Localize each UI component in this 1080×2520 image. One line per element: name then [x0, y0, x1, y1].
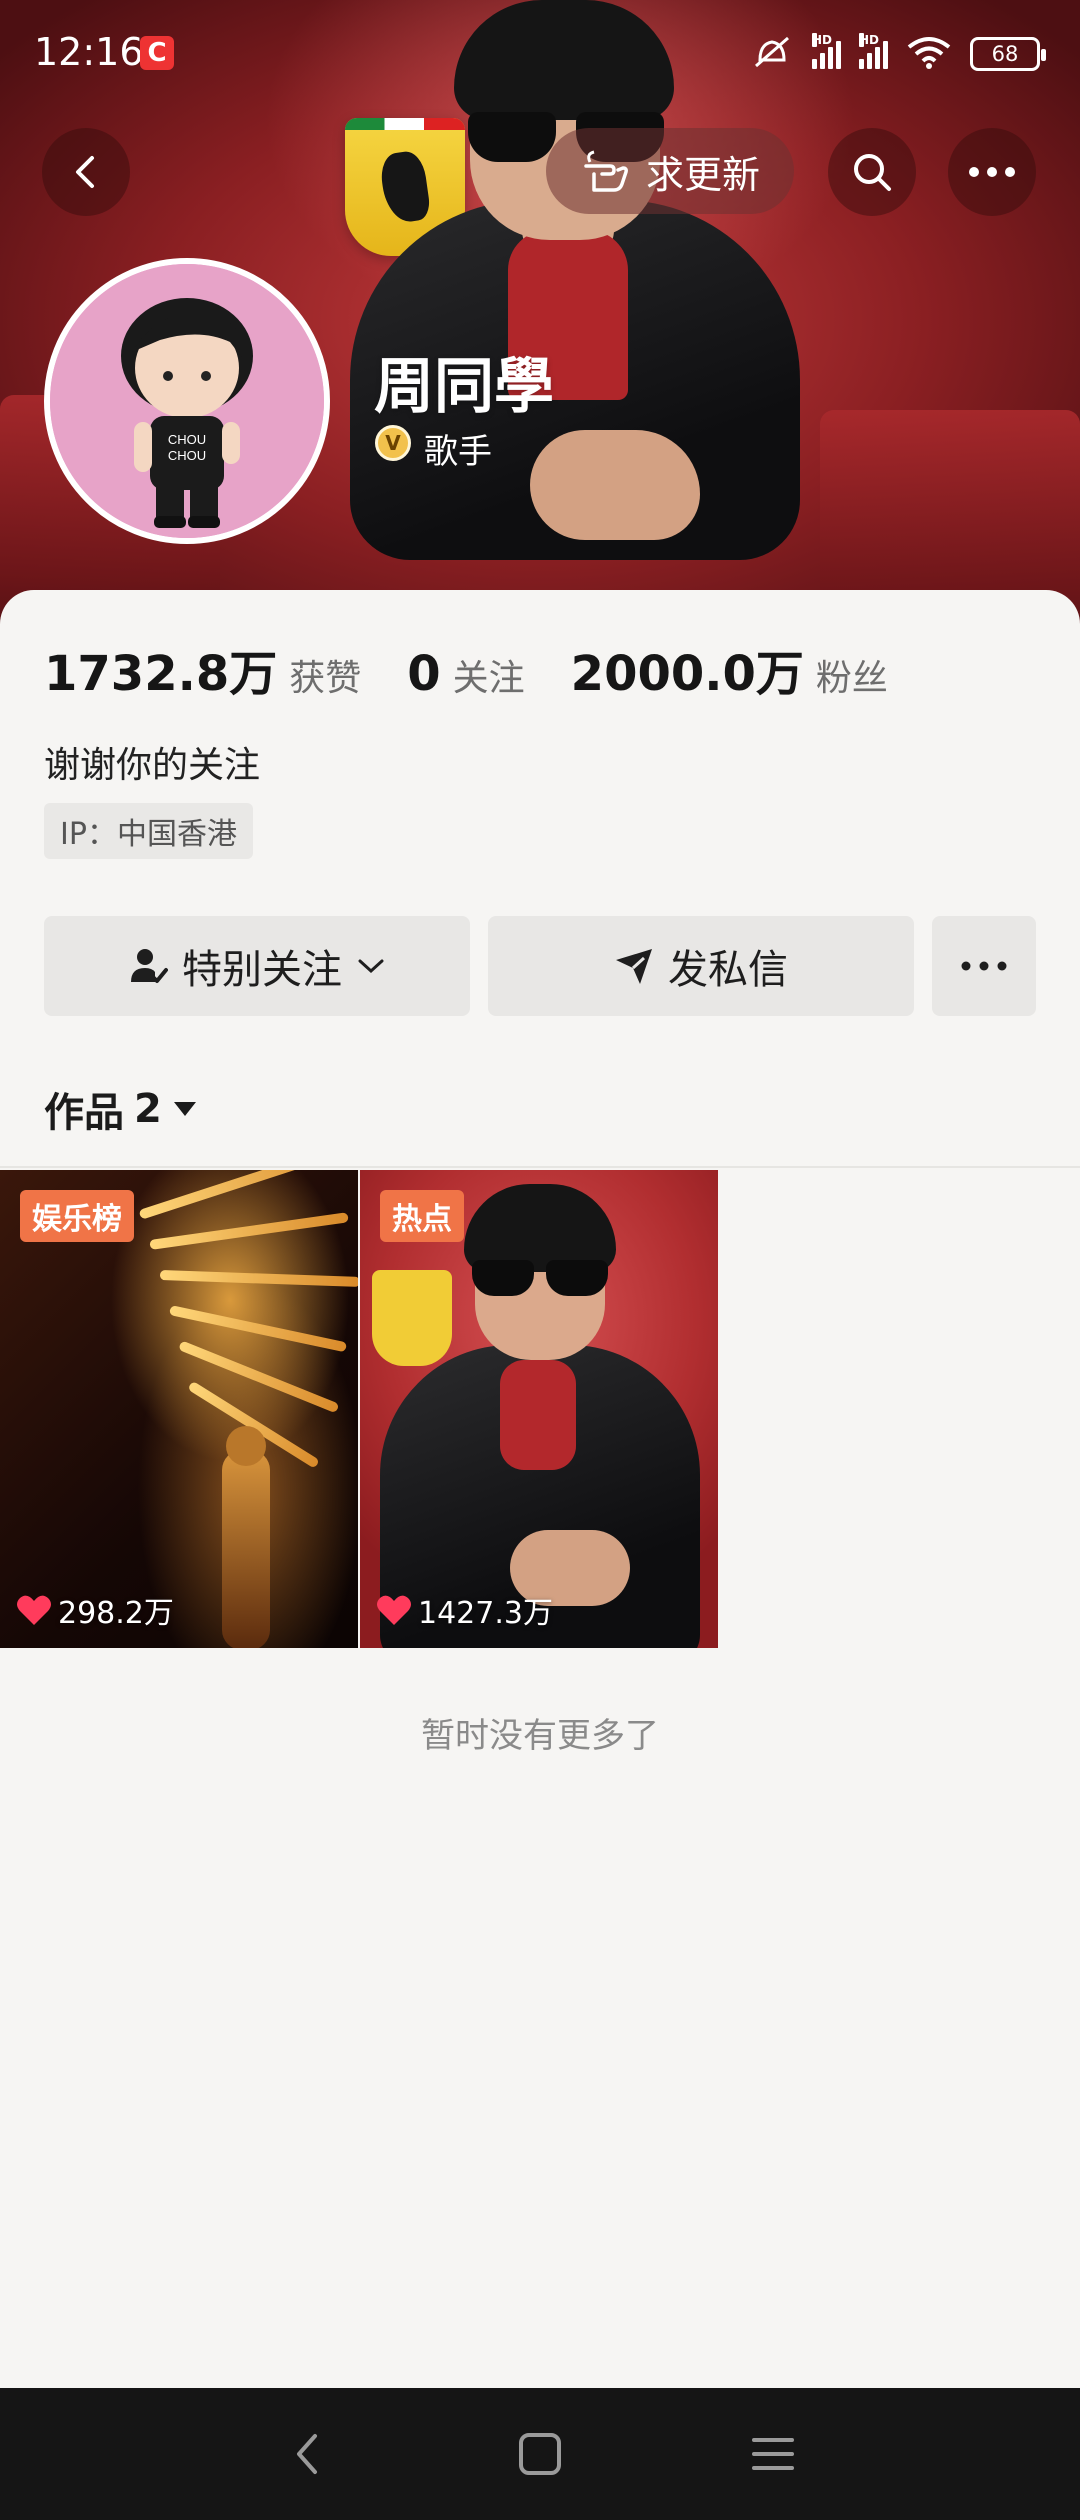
video-card[interactable]: 热点 1427.3万	[360, 1170, 718, 1648]
nav-back-icon	[296, 2434, 317, 2474]
works-tab-label: 作品	[44, 1090, 124, 1136]
nav-home-button[interactable]	[495, 2409, 585, 2499]
profile-content: 1732.8万 获赞 0 关注 2000.0万 粉丝 谢谢你的关注 IP：中国香…	[0, 590, 1080, 2390]
status-icons: HD HD 68	[750, 33, 1046, 74]
profile-name: 周同學	[374, 352, 554, 422]
verified-icon: V	[375, 425, 411, 461]
send-message-button[interactable]: 发私信	[488, 916, 914, 1016]
chevron-down-icon	[358, 959, 384, 974]
signal-icon: HD	[812, 33, 841, 69]
followers-count[interactable]: 2000.0万	[571, 634, 804, 704]
heart-icon	[17, 1595, 51, 1625]
hand-point-icon	[584, 150, 628, 192]
send-message-label: 发私信	[668, 947, 788, 993]
system-nav-bar	[0, 2388, 1080, 2520]
nav-back-button[interactable]	[262, 2409, 352, 2499]
more-icon	[969, 167, 1015, 177]
profile-page: 12:16 C HD HD 68 求更新 CHOU CHOU 周同學 V 歌手 …	[0, 0, 1080, 2520]
profile-bio: 谢谢你的关注	[44, 745, 261, 786]
video-likes-count: 298.2万	[58, 1596, 174, 1631]
likes-label: 获赞	[289, 658, 362, 699]
likes-count: 1732.8万	[44, 646, 278, 702]
svg-text:CHOU: CHOU	[168, 432, 206, 447]
more-icon	[961, 961, 1007, 971]
avatar[interactable]: CHOU CHOU	[44, 258, 330, 544]
nav-home-icon	[518, 2433, 561, 2475]
following-count[interactable]: 0	[407, 646, 440, 702]
profile-role: 歌手	[424, 432, 492, 472]
send-icon	[616, 949, 652, 984]
battery-icon: 68	[970, 37, 1046, 71]
mute-alarm-icon	[750, 34, 794, 74]
signal-icon: HD	[859, 33, 888, 69]
video-tag: 热点	[380, 1190, 464, 1242]
tab-divider	[0, 1166, 1080, 1168]
search-icon	[854, 154, 891, 191]
more-options-button[interactable]	[948, 128, 1036, 216]
back-icon	[76, 156, 94, 188]
user-check-icon	[131, 949, 168, 983]
works-count: 2	[134, 1086, 162, 1132]
request-update-button[interactable]: 求更新	[546, 128, 794, 214]
nav-recents-button[interactable]	[728, 2409, 818, 2499]
video-likes: 298.2万	[16, 1588, 174, 1632]
search-button[interactable]	[828, 128, 916, 216]
tab-works[interactable]: 作品 2	[44, 1080, 198, 1138]
svg-text:CHOU: CHOU	[168, 448, 206, 463]
menu-icon	[752, 2438, 795, 2470]
no-more-content-text: 暂时没有更多了	[421, 1716, 659, 1756]
avatar-figure: CHOU CHOU	[50, 264, 324, 538]
video-card[interactable]: 娱乐榜 298.2万	[0, 1170, 358, 1648]
profile-stats: 1732.8万 获赞 0 关注 2000.0万 粉丝	[44, 634, 934, 704]
ip-location-tag: IP：中国香港	[44, 803, 253, 859]
special-follow-button[interactable]: 特别关注	[44, 916, 470, 1016]
more-actions-button[interactable]	[932, 916, 1036, 1016]
status-time: 12:16	[34, 30, 144, 74]
video-tag: 娱乐榜	[20, 1190, 134, 1242]
status-bar: 12:16 C HD HD 68	[0, 0, 1080, 112]
request-update-label: 求更新	[645, 152, 760, 197]
video-likes-count: 1427.3万	[418, 1596, 553, 1631]
followers-label[interactable]: 粉丝	[816, 649, 888, 701]
app-notification-icon: C	[140, 36, 174, 70]
video-likes: 1427.3万	[376, 1588, 553, 1632]
heart-icon	[377, 1595, 411, 1625]
following-label[interactable]: 关注	[453, 649, 525, 701]
caret-down-icon	[173, 1102, 196, 1116]
back-button[interactable]	[42, 128, 130, 216]
special-follow-label: 特别关注	[182, 947, 342, 993]
wifi-icon	[906, 35, 952, 73]
